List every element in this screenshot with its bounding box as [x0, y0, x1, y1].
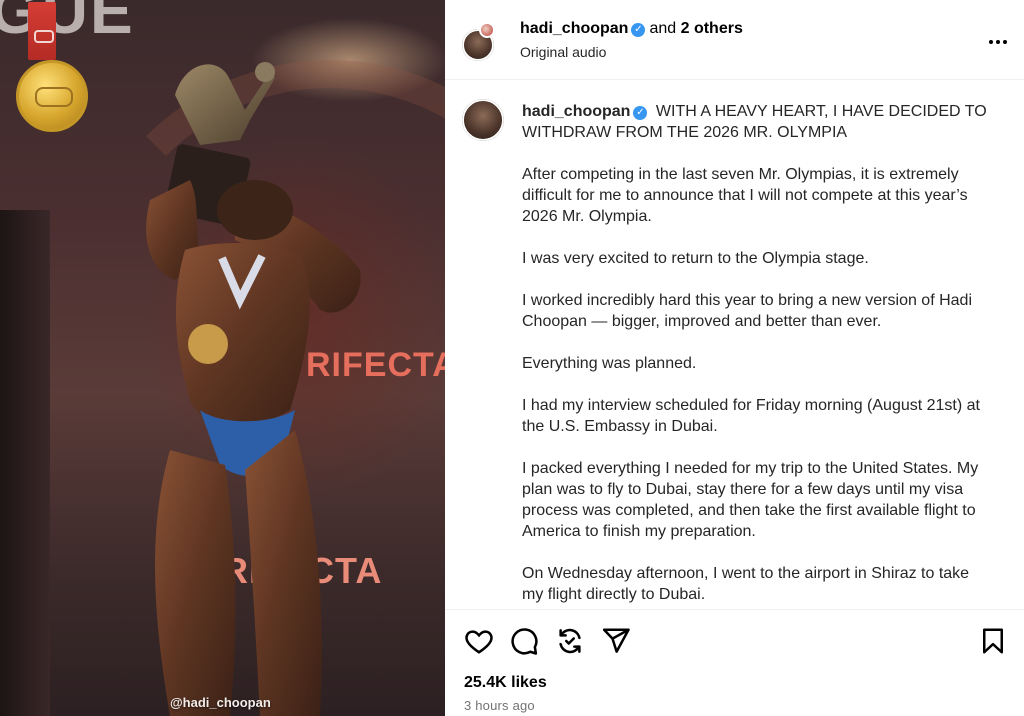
author-line: hadi_choopan ✓ and 2 others — [520, 20, 743, 38]
author-username[interactable]: hadi_choopan — [520, 20, 628, 37]
audio-link[interactable]: Original audio — [520, 44, 606, 60]
caption-paragraph: I had my interview scheduled for Friday … — [522, 397, 980, 435]
caption-username[interactable]: hadi_choopan — [522, 103, 630, 120]
caption-paragraph: I packed everything I needed for my trip… — [522, 460, 979, 540]
video-watermark: @hadi_choopan — [170, 695, 271, 710]
post-header: hadi_choopan ✓ and 2 others Original audio — [445, 0, 1024, 80]
caption-paragraph: After competing in the last seven Mr. Ol… — [522, 166, 968, 225]
likes-count[interactable]: 25.4K likes — [464, 674, 547, 692]
post-timestamp[interactable]: 3 hours ago — [464, 698, 535, 713]
comment-button[interactable] — [509, 626, 539, 656]
collaborator-avatar[interactable] — [479, 22, 495, 38]
more-horizontal-icon — [989, 40, 993, 44]
bookmark-icon — [983, 628, 1003, 654]
comment-icon — [511, 628, 538, 655]
share-button[interactable] — [601, 626, 631, 656]
collab-connector: and — [649, 20, 681, 37]
more-options-button[interactable] — [984, 28, 1012, 56]
caption-section: hadi_choopan ✓ WITH A HEAVY HEART, I HAVE… — [445, 81, 1024, 609]
share-icon — [602, 628, 630, 653]
bodybuilder-figure — [146, 62, 361, 716]
repost-button[interactable] — [555, 626, 585, 656]
like-button[interactable] — [464, 626, 494, 656]
caption-paragraph: I worked incredibly hard this year to br… — [522, 292, 972, 330]
repost-icon — [559, 628, 581, 654]
post-details-panel: hadi_choopan ✓ and 2 others Original audio… — [445, 0, 1024, 716]
verified-badge-icon: ✓ — [631, 23, 646, 37]
post-video[interactable]: GUE RIFECTA RIFECTA — [0, 0, 445, 716]
save-button[interactable] — [978, 626, 1008, 656]
caption-paragraph: On Wednesday afternoon, I went to the ai… — [522, 565, 970, 603]
caption-text: hadi_choopan ✓ WITH A HEAVY HEART, I HAVE… — [522, 101, 992, 609]
heart-icon — [465, 630, 493, 654]
caption-headline-paragraph: hadi_choopan ✓ WITH A HEAVY HEART, I HAVE… — [522, 101, 992, 143]
action-bar: 25.4K likes 3 hours ago — [445, 609, 1024, 716]
verified-badge-icon: ✓ — [633, 106, 648, 120]
caption-author-avatar[interactable] — [462, 99, 504, 141]
caption-paragraph: Everything was planned. — [522, 355, 697, 372]
caption-paragraph: I was very excited to return to the Olym… — [522, 250, 869, 267]
collab-others-link[interactable]: 2 others — [681, 20, 743, 37]
